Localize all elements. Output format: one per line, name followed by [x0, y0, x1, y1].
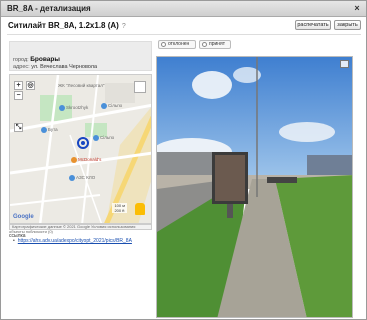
map-label: Сільпо — [108, 103, 123, 108]
shop-icon[interactable] — [101, 103, 107, 109]
location-pin-center — [81, 141, 85, 145]
block-area — [105, 83, 135, 103]
expand-photo-icon[interactable] — [340, 60, 349, 68]
billboard-face — [215, 155, 245, 201]
status-accepted-radio[interactable]: принят — [199, 40, 231, 49]
restaurant-icon[interactable] — [71, 157, 77, 163]
zoom-in-button[interactable]: + — [14, 81, 23, 90]
help-icon[interactable]: ? — [122, 23, 126, 30]
fullscreen-icon[interactable]: ⤡ — [14, 123, 23, 132]
map-label: ЖК "Лесовий квартал" — [58, 83, 105, 88]
shop-icon[interactable] — [93, 135, 99, 141]
map-scale: 100 м 200 ft — [112, 203, 127, 213]
close-icon[interactable]: × — [352, 3, 362, 13]
google-map[interactable]: + − ◎ ⤡ ЖК "Лесовий квартал" Skrootzhyk … — [9, 74, 152, 224]
zoom-out-button[interactable]: − — [14, 91, 23, 100]
street-photo — [156, 56, 353, 318]
radio-label: отклонен — [168, 41, 190, 47]
locate-icon[interactable]: ◎ — [26, 81, 35, 90]
shop-icon[interactable] — [59, 105, 65, 111]
map-label: McDonald's — [78, 157, 102, 162]
map-label: Сільпо — [100, 135, 115, 140]
city-value: Бровары — [30, 56, 60, 63]
divider — [7, 34, 361, 35]
city-row: город: Бровары — [13, 56, 60, 63]
gas-station-icon[interactable] — [69, 175, 75, 181]
window-title: BR_8A - детализация — [7, 4, 91, 13]
map-label: Бута — [48, 127, 58, 132]
shop-icon[interactable] — [41, 127, 47, 133]
radio-icon — [202, 42, 207, 47]
title-bar: BR_8A - детализация × — [1, 1, 366, 17]
address-label: адрес: — [13, 64, 30, 70]
street-view-pegman-icon[interactable] — [135, 203, 145, 215]
google-logo: Google — [13, 214, 34, 220]
page-title: Ситилайт BR_8A, 1.2x1.8 (A)? — [8, 21, 126, 30]
layers-icon[interactable] — [134, 81, 146, 93]
scale-imperial: 200 ft — [114, 208, 125, 213]
photo-link[interactable]: https://ahs.adv.ua/adexpo/cityopt_2021/p… — [13, 238, 132, 244]
address-row: адрес: ул. Вячеслава Черновола — [13, 64, 97, 70]
photo-scene — [157, 57, 352, 317]
detail-window: BR_8A - детализация × Ситилайт BR_8A, 1.… — [0, 0, 367, 320]
map-label: Skrootzhyk — [66, 105, 89, 110]
map-tiles — [10, 75, 151, 223]
radio-label: принят — [209, 41, 226, 47]
links-list: https://ahs.adv.ua/adexpo/cityopt_2021/p… — [13, 238, 132, 244]
status-rejected-radio[interactable]: отклонен — [158, 40, 196, 49]
address-value: ул. Вячеслава Черновола — [31, 64, 98, 70]
close-button[interactable]: закрыть — [334, 20, 361, 30]
board-title: Ситилайт BR_8A, 1.2x1.8 (A) — [8, 21, 119, 30]
location-info: город: Бровары адрес: ул. Вячеслава Черн… — [9, 41, 152, 71]
city-label: город: — [13, 57, 29, 63]
map-label: АЗС КЛО — [76, 175, 96, 180]
radio-icon — [161, 42, 166, 47]
print-button[interactable]: распечатать — [295, 20, 331, 30]
